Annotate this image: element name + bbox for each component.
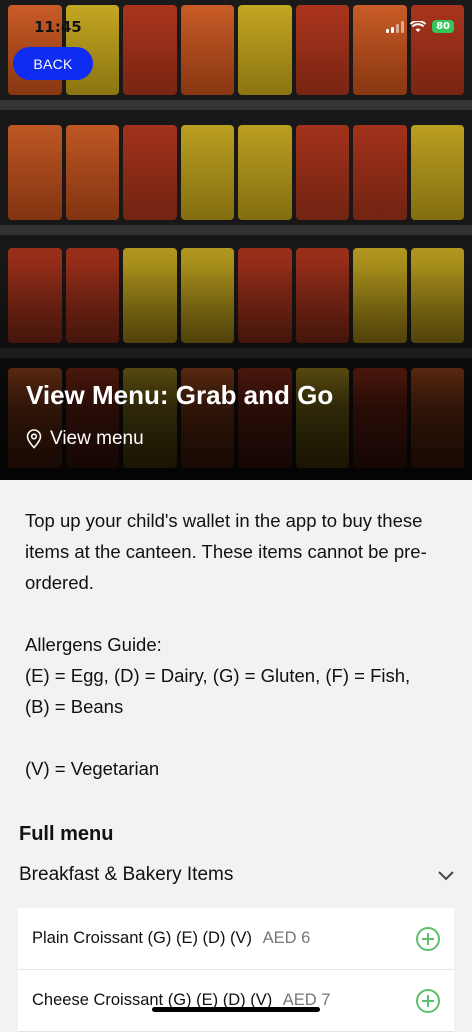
item-name: Plain Croissant (G) (E) (D) (V) (32, 929, 253, 947)
menu-item[interactable]: Plain Croissant (G) (E) (D) (V) AED 6 (18, 908, 454, 970)
allergens-line-2: (B) = Beans (25, 696, 124, 717)
section-title: Breakfast & Bakery Items (19, 864, 234, 885)
item-price: AED 6 (262, 929, 311, 947)
vegetarian-note: (V) = Vegetarian (25, 758, 160, 779)
full-menu-heading: Full menu (19, 823, 114, 845)
status-icons: 80 (386, 20, 454, 33)
view-menu-link[interactable]: View menu (26, 428, 144, 450)
home-indicator[interactable] (152, 1007, 320, 1012)
signal-icon (386, 20, 405, 33)
add-item-icon[interactable] (416, 926, 440, 951)
page-title: View Menu: Grab and Go (26, 380, 334, 410)
intro-text: Top up your child's wallet in the app to… (25, 505, 470, 784)
allergens-heading: Allergens Guide: (25, 634, 162, 655)
location-pin-icon (26, 429, 42, 449)
allergens-line-1: (E) = Egg, (D) = Dairy, (G) = Gluten, (F… (25, 665, 411, 686)
add-item-icon[interactable] (416, 988, 440, 1013)
section-header[interactable]: Breakfast & Bakery Items (19, 864, 455, 886)
hero-banner: 11:45 80 BACK View Menu: Grab and Go Vie… (0, 0, 472, 480)
status-time: 11:45 (34, 18, 82, 36)
back-button[interactable]: BACK (13, 47, 93, 80)
wifi-icon (410, 20, 427, 32)
menu-item[interactable]: Cheese Croissant (G) (E) (D) (V) AED 7 (18, 970, 454, 1032)
battery-icon: 80 (432, 20, 454, 33)
chevron-down-icon[interactable] (437, 869, 455, 881)
menu-item-list: Plain Croissant (G) (E) (D) (V) AED 6 Ch… (18, 908, 454, 1032)
view-menu-label: View menu (50, 428, 144, 449)
intro-paragraph: Top up your child's wallet in the app to… (25, 510, 427, 593)
